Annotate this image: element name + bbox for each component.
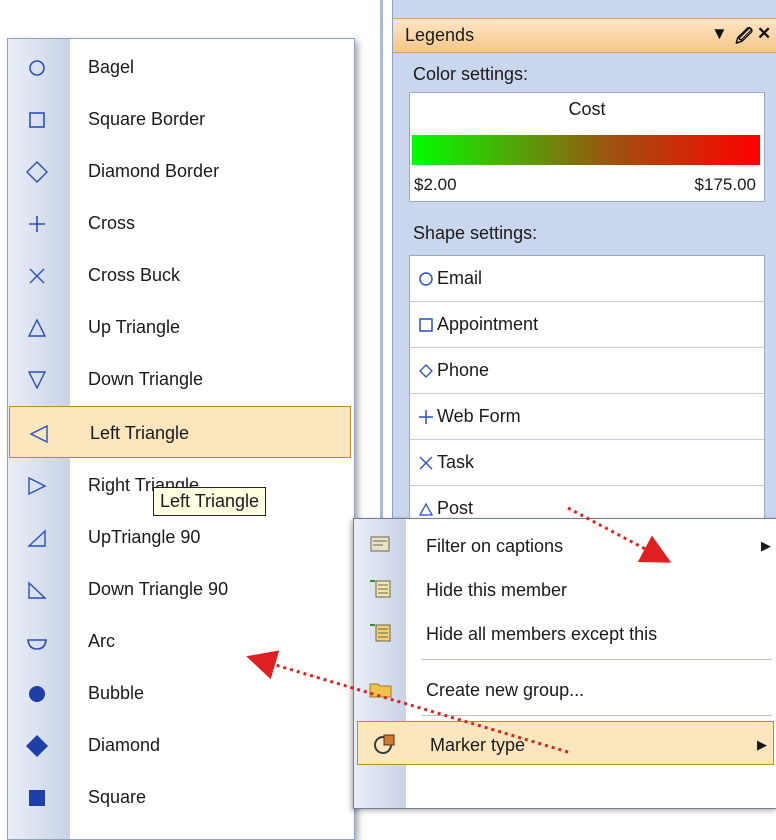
arc-icon <box>27 639 47 650</box>
up-triangle-90-icon <box>27 529 46 547</box>
shape-item-label: Task <box>437 452 475 472</box>
menu-item-label: Down Triangle <box>88 369 204 389</box>
shape-item-label: Post <box>437 498 474 518</box>
diamond-outline-icon <box>26 161 48 183</box>
menu-item-label: Left Triangle <box>90 423 190 443</box>
shape-item[interactable]: Email <box>410 256 764 302</box>
menu-item-diamond-border[interactable]: Diamond Border <box>8 145 354 197</box>
legends-panel-header: Legends ▼ 🖉 ✕ <box>393 18 776 53</box>
tooltip: Left Triangle <box>153 487 267 516</box>
menu-item-label: Hide this member <box>426 580 568 600</box>
menu-item-label: Filter on captions <box>426 536 564 556</box>
menu-item-label: Bubble <box>88 683 145 703</box>
menu-item-label: Arc <box>88 631 115 651</box>
panel-title: Legends <box>405 25 475 45</box>
menu-item-bagel[interactable]: Bagel <box>8 41 354 93</box>
menu-item-label: Square <box>88 787 147 807</box>
menu-item-label: Cross <box>88 213 136 233</box>
cross-icon <box>29 216 45 232</box>
shape-settings-label: Shape settings: <box>413 223 538 243</box>
shape-item-label: Web Form <box>437 406 521 426</box>
submenu-arrow-icon: ▶ <box>757 737 767 752</box>
cross-buck-icon <box>29 268 45 284</box>
menu-item-hide-all-except[interactable]: Hide all members except this <box>354 611 776 655</box>
menu-item-label: Square Border <box>88 109 206 129</box>
shape-item[interactable]: Web Form <box>410 394 764 440</box>
menu-item-hide-this-member[interactable]: Hide this member <box>354 567 776 611</box>
close-icon[interactable]: ✕ <box>757 24 771 44</box>
menu-separator <box>422 715 772 716</box>
shape-item-label: Appointment <box>437 314 539 334</box>
right-triangle-icon <box>28 476 47 496</box>
menu-item-diamond[interactable]: Diamond <box>8 719 354 771</box>
menu-item-up-triangle[interactable]: Up Triangle <box>8 301 354 353</box>
circle-outline-icon <box>419 271 433 286</box>
color-gradient-bar <box>412 135 760 165</box>
menu-item-create-new-group[interactable]: Create new group... <box>354 667 776 711</box>
cross-buck-icon <box>419 456 433 469</box>
up-triangle-icon <box>418 502 434 516</box>
left-triangle-icon <box>29 424 48 444</box>
shape-item[interactable]: Appointment <box>410 302 764 348</box>
circle-outline-icon <box>29 60 45 76</box>
color-scale-max: $175.00 <box>694 175 756 194</box>
color-scale: Cost $2.00 $175.00 <box>409 92 765 202</box>
menu-item-label: UpTriangle 90 <box>88 527 201 547</box>
menu-item-bubble[interactable]: Bubble <box>8 667 354 719</box>
square-filled-icon <box>29 790 45 806</box>
menu-item-label: Hide all members except this <box>426 624 658 644</box>
shape-item[interactable]: Phone <box>410 348 764 394</box>
color-scale-title: Cost <box>568 99 606 119</box>
cross-icon <box>419 409 433 424</box>
square-outline-icon <box>29 112 45 128</box>
shape-item-label: Phone <box>437 360 490 380</box>
shape-item[interactable]: Task <box>410 440 764 486</box>
diamond-outline-icon <box>419 363 433 378</box>
menu-item-cross-buck[interactable]: Cross Buck <box>8 249 354 301</box>
menu-item-label: Cross Buck <box>88 265 181 285</box>
menu-item-label: Bagel <box>88 57 135 77</box>
menu-item-down-triangle-90[interactable]: Down Triangle 90 <box>8 563 354 615</box>
color-scale-min: $2.00 <box>414 175 457 194</box>
menu-item-label: Create new group... <box>426 680 585 700</box>
submenu-arrow-icon: ▶ <box>761 538 771 553</box>
menu-separator <box>422 659 772 660</box>
filter-captions-icon <box>370 536 390 552</box>
menu-item-label: Up Triangle <box>88 317 181 337</box>
pin-icon[interactable]: 🖉 <box>735 24 753 53</box>
menu-item-square[interactable]: Square <box>8 771 354 823</box>
hide-member-icon <box>370 580 391 598</box>
context-menu: Filter on captions ▶ Hide this member Hi… <box>353 518 776 809</box>
menu-item-arc[interactable]: Arc <box>8 615 354 667</box>
color-settings-label: Color settings: <box>413 64 529 84</box>
marker-type-menu: Bagel Square Border Diamond Border Cross… <box>7 38 355 840</box>
dropdown-arrow-icon[interactable]: ▼ <box>711 24 728 44</box>
square-outline-icon <box>419 317 433 332</box>
hide-all-members-icon <box>370 624 391 642</box>
bubble-icon <box>29 686 45 702</box>
menu-item-up-triangle-90[interactable]: UpTriangle 90 <box>8 511 354 563</box>
down-triangle-90-icon <box>28 581 47 599</box>
menu-item-label: Diamond <box>88 735 161 755</box>
folder-icon <box>369 683 392 698</box>
menu-item-filter-on-captions[interactable]: Filter on captions ▶ <box>354 523 776 567</box>
menu-item-marker-type[interactable]: Marker type ▶ <box>357 721 774 765</box>
shape-item-label: Email <box>437 268 483 288</box>
up-triangle-icon <box>27 318 47 337</box>
menu-item-left-triangle[interactable]: Left Triangle <box>9 406 351 458</box>
menu-item-cross[interactable]: Cross <box>8 197 354 249</box>
menu-item-label: Down Triangle 90 <box>88 579 229 599</box>
shape-settings-list: Email Appointment Phone Web Form Task Po… <box>409 255 765 557</box>
menu-item-square-border[interactable]: Square Border <box>8 93 354 145</box>
menu-item-label: Marker type <box>430 735 526 755</box>
down-triangle-icon <box>27 371 47 390</box>
marker-type-icon <box>374 734 395 754</box>
menu-item-label: Diamond Border <box>88 161 220 181</box>
menu-item-down-triangle[interactable]: Down Triangle <box>8 353 354 405</box>
diamond-filled-icon <box>26 735 48 757</box>
